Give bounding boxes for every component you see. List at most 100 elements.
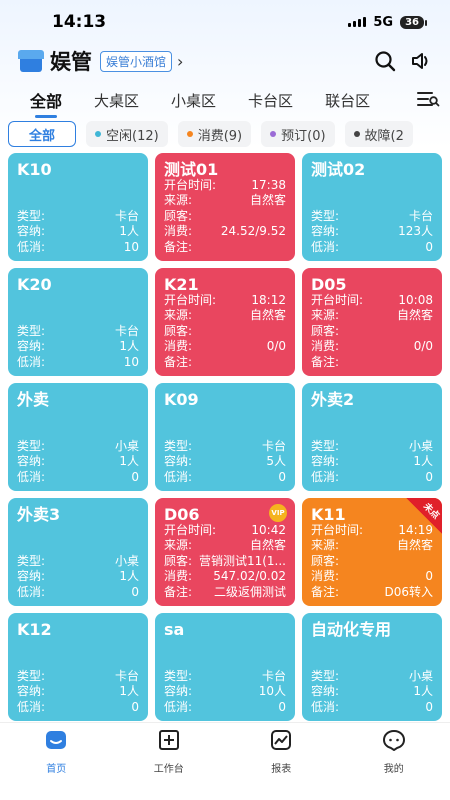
detail-value: 小桌 (114, 553, 139, 568)
chip-reserved[interactable]: 预订(0) (261, 121, 335, 147)
store-selector[interactable]: 娱管小酒馆 (100, 50, 173, 72)
tab-booth[interactable]: 卡台区 (248, 90, 293, 111)
detail-value: D06转入 (384, 584, 433, 599)
detail-value: 自然客 (249, 308, 286, 322)
table-card[interactable]: K10 类型: 卡台 容纳: 1人 低消: 10 (8, 153, 148, 261)
detail-row: 备注: 二级返佣测试 (164, 585, 286, 601)
detail-label: 消费: (311, 339, 340, 353)
speaker-icon[interactable] (410, 50, 432, 72)
detail-row: 低消: 0 (17, 585, 139, 601)
detail-label: 类型: (17, 208, 46, 223)
consuming-dot-icon (186, 131, 193, 137)
detail-row: 类型: 卡台 (164, 439, 286, 455)
tab-large-table[interactable]: 大桌区 (94, 90, 139, 111)
table-card[interactable]: sa 类型: 卡台 容纳: 10人 低消: 0 (155, 613, 295, 721)
detail-row: 低消: 0 (164, 470, 286, 486)
nav-workbench[interactable]: 工作台 (134, 729, 204, 800)
detail-label: 低消: (311, 699, 340, 714)
detail-label: 类型: (17, 668, 46, 683)
tab-all[interactable]: 全部 (30, 88, 62, 112)
detail-label: 容纳: (164, 454, 193, 468)
bottom-nav: 首页 工作台 报表 我的 (0, 722, 450, 800)
table-card[interactable]: K11 未点 开台时间: 14:19 来源: 自然客 顾客: 消费: 0 备注: D06转入 (302, 498, 442, 606)
detail-label: 顾客: (164, 208, 193, 223)
table-card[interactable]: K21 开台时间: 18:12 来源: 自然客 顾客: 消费: 0/0 备注: (155, 268, 295, 376)
nav-home[interactable]: 首页 (21, 729, 91, 800)
detail-row: 开台时间: 10:42 (164, 523, 286, 539)
table-details: 类型: 卡台 容纳: 10人 低消: 0 (164, 669, 286, 716)
detail-label: 低消: (17, 239, 46, 254)
detail-row: 容纳: 1人 (17, 684, 139, 700)
detail-label: 备注: (164, 354, 193, 369)
battery-icon: 36 (400, 15, 427, 29)
detail-value: 0 (278, 469, 286, 484)
tab-combined[interactable]: 联台区 (325, 90, 370, 111)
status-bar: 14:13 5G 36 (0, 0, 450, 44)
detail-value: 0 (131, 584, 139, 599)
table-card[interactable]: 外卖2 类型: 小桌 容纳: 1人 低消: 0 (302, 383, 442, 491)
idle-dot-icon (95, 131, 102, 137)
detail-row: 消费: 547.02/0.02 (164, 569, 286, 585)
reserved-dot-icon (270, 131, 277, 137)
detail-value: 自然客 (249, 193, 286, 207)
detail-row: 容纳: 1人 (17, 569, 139, 585)
search-icon[interactable] (374, 50, 396, 72)
detail-value: 营销测试11(1... (198, 553, 286, 568)
table-card[interactable]: D06 VIP 开台时间: 10:42 来源: 自然客 顾客: 营销测试11(1... 消费: 5… (155, 498, 295, 606)
chip-consuming[interactable]: 消费(9) (177, 121, 252, 147)
detail-label: 开台时间: (164, 177, 217, 192)
detail-row: 开台时间: 10:08 (311, 293, 433, 309)
chip-idle[interactable]: 空闲(12) (86, 121, 168, 147)
detail-row: 顾客: 营销测试11(1... (164, 554, 286, 570)
chip-fault[interactable]: 故障(2 (344, 121, 413, 147)
detail-value: 1人 (413, 454, 433, 468)
detail-value: 0 (425, 569, 433, 583)
detail-row: 低消: 10 (17, 355, 139, 371)
detail-label: 来源: (164, 308, 193, 322)
table-card[interactable]: 测试01 开台时间: 17:38 来源: 自然客 顾客: 消费: 24.52/9.52 备注: (155, 153, 295, 261)
detail-row: 容纳: 1人 (311, 684, 433, 700)
detail-label: 类型: (164, 438, 193, 453)
table-card[interactable]: K09 类型: 卡台 容纳: 5人 低消: 0 (155, 383, 295, 491)
table-card[interactable]: D05 开台时间: 10:08 来源: 自然客 顾客: 消费: 0/0 备注: (302, 268, 442, 376)
chip-all[interactable]: 全部 (8, 121, 77, 147)
table-card[interactable]: 外卖3 类型: 小桌 容纳: 1人 低消: 0 (8, 498, 148, 606)
detail-value: 0/0 (413, 339, 433, 353)
detail-row: 备注: (164, 240, 286, 256)
table-name: sa (164, 620, 185, 639)
detail-row: 类型: 卡台 (17, 209, 139, 225)
chip-label: 消费(9) (197, 128, 243, 144)
detail-row: 开台时间: 17:38 (164, 178, 286, 194)
nav-profile[interactable]: 我的 (359, 729, 429, 800)
table-name: 自动化专用 (311, 620, 392, 639)
tab-small-table[interactable]: 小桌区 (171, 90, 216, 111)
detail-value: 18:12 (251, 292, 286, 307)
table-name: 外卖 (17, 390, 50, 409)
detail-value: 自然客 (249, 538, 286, 552)
detail-label: 类型: (164, 668, 193, 683)
detail-value: 1人 (119, 454, 139, 468)
detail-label: 低消: (164, 469, 193, 484)
table-card[interactable]: K20 类型: 卡台 容纳: 1人 低消: 10 (8, 268, 148, 376)
detail-value: 1人 (413, 684, 433, 698)
detail-label: 类型: (17, 553, 46, 568)
table-card[interactable]: 外卖 类型: 小桌 容纳: 1人 低消: 0 (8, 383, 148, 491)
chevron-right-icon[interactable]: › (177, 52, 183, 71)
detail-value: 1人 (119, 684, 139, 698)
detail-label: 消费: (311, 569, 340, 583)
home-icon (44, 729, 68, 755)
table-card[interactable]: 测试02 类型: 卡台 容纳: 123人 低消: 0 (302, 153, 442, 261)
detail-label: 类型: (311, 438, 340, 453)
detail-row: 消费: 0 (311, 569, 433, 585)
detail-label: 来源: (164, 193, 193, 207)
nav-report[interactable]: 报表 (246, 729, 316, 800)
detail-row: 低消: 0 (17, 700, 139, 716)
detail-label: 类型: (311, 208, 340, 223)
detail-label: 开台时间: (311, 292, 364, 307)
filter-list-icon[interactable] (416, 88, 440, 114)
table-card[interactable]: 自动化专用 类型: 小桌 容纳: 1人 低消: 0 (302, 613, 442, 721)
table-card[interactable]: K12 类型: 卡台 容纳: 1人 低消: 0 (8, 613, 148, 721)
detail-row: 来源: 自然客 (311, 538, 433, 554)
app-title: 娱管 (50, 50, 92, 74)
detail-row: 来源: 自然客 (164, 308, 286, 324)
